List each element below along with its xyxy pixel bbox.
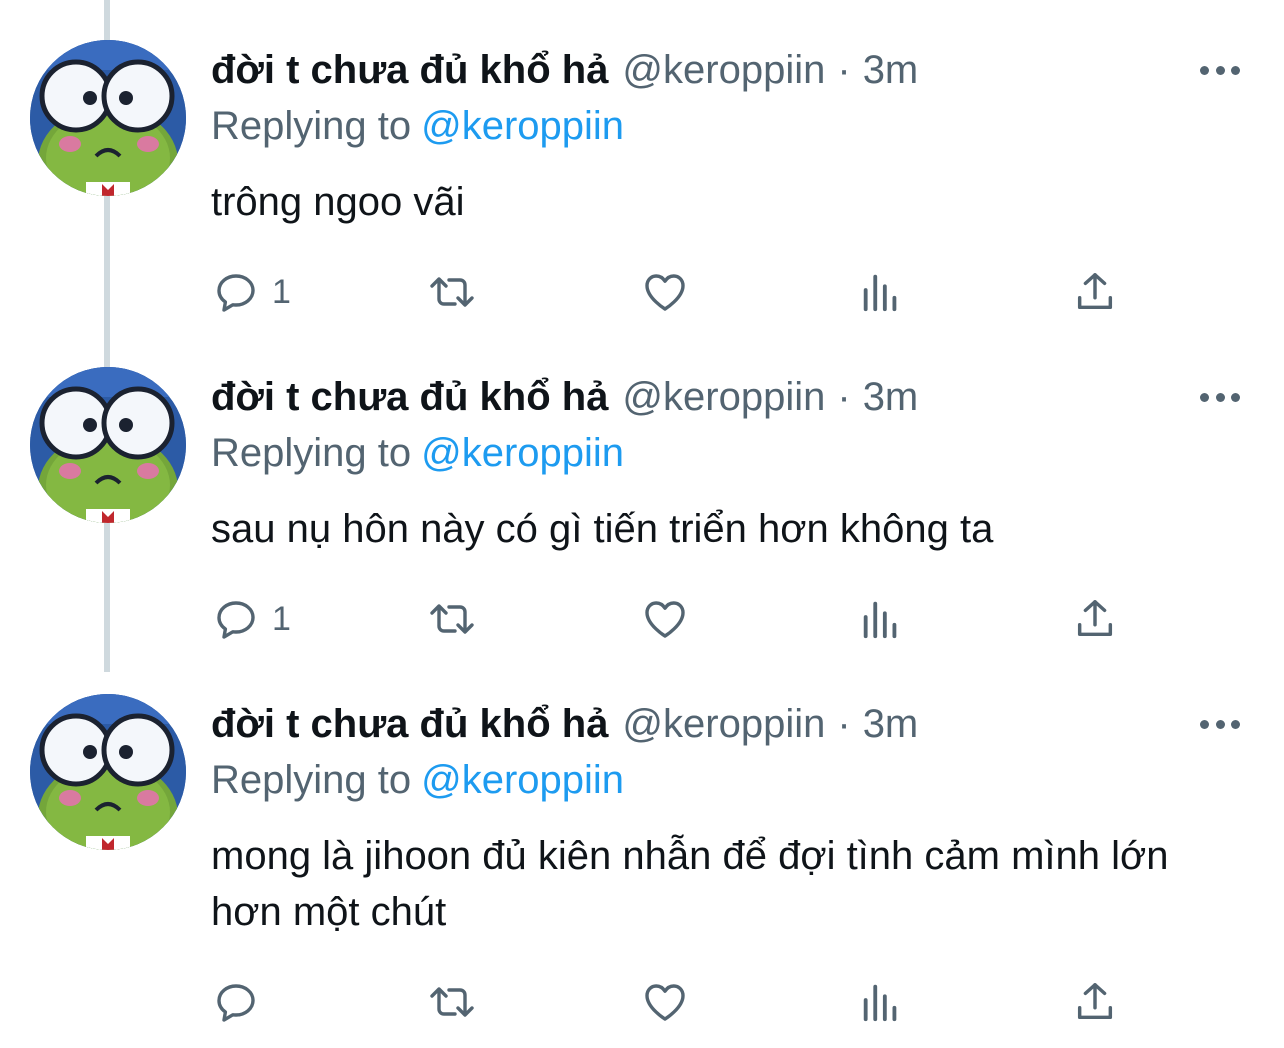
timestamp[interactable]: 3m	[863, 367, 919, 427]
avatar[interactable]	[30, 694, 186, 850]
heart-icon	[645, 601, 685, 638]
replying-to-mention[interactable]: @keroppiin	[421, 431, 624, 475]
retweet-button[interactable]	[426, 262, 478, 322]
user-handle[interactable]: @keroppiin	[622, 40, 825, 100]
display-name[interactable]: đời t chưa đủ khổ hả	[211, 367, 608, 427]
retweet-icon	[430, 277, 474, 307]
reply-count: 1	[272, 272, 291, 311]
heart-icon	[645, 984, 685, 1021]
avatar[interactable]	[30, 40, 186, 196]
share-button[interactable]	[1072, 972, 1118, 1032]
timestamp[interactable]: 3m	[863, 40, 919, 100]
replying-to-line: Replying to @keroppiin	[211, 98, 624, 154]
keroppi-avatar-image	[30, 40, 186, 196]
reply-icon	[217, 274, 255, 312]
tweet-text: mong là jihoon đủ kiên nhẫn để đợi tình …	[211, 834, 1169, 934]
tweet-actions: 1	[0, 262, 1284, 322]
more-icon[interactable]	[1196, 385, 1244, 409]
retweet-button[interactable]	[426, 972, 478, 1032]
share-button[interactable]	[1072, 589, 1118, 649]
reply-button[interactable]	[212, 972, 272, 1032]
replying-to-mention[interactable]: @keroppiin	[421, 758, 624, 802]
reply-count: 1	[272, 599, 291, 638]
tweet-header: đời t chưa đủ khổ hả @keroppiin · 3m	[211, 40, 918, 100]
keroppi-avatar-image	[30, 694, 186, 850]
views-button[interactable]	[858, 589, 904, 649]
reply-icon	[217, 984, 255, 1022]
like-button[interactable]	[640, 262, 690, 322]
tweet-text: trông ngoo vãi	[211, 180, 465, 224]
tweet-actions	[0, 972, 1284, 1032]
separator-dot: ·	[837, 48, 851, 92]
tweet-header: đời t chưa đủ khổ hả @keroppiin · 3m	[211, 694, 918, 754]
user-handle[interactable]: @keroppiin	[622, 694, 825, 754]
separator-dot: ·	[837, 702, 851, 746]
more-icon[interactable]	[1196, 712, 1244, 736]
analytics-icon	[863, 984, 897, 1022]
keroppi-avatar-image	[30, 367, 186, 523]
share-icon	[1077, 983, 1113, 1020]
share-icon	[1077, 600, 1113, 637]
replying-to-label: Replying to	[211, 431, 412, 475]
replying-to-label: Replying to	[211, 104, 412, 148]
tweet-actions: 1	[0, 589, 1284, 649]
share-icon	[1077, 273, 1113, 310]
like-button[interactable]	[640, 972, 690, 1032]
share-button[interactable]	[1072, 262, 1118, 322]
tweet-header: đời t chưa đủ khổ hả @keroppiin · 3m	[211, 367, 918, 427]
replying-to-mention[interactable]: @keroppiin	[421, 104, 624, 148]
retweet-button[interactable]	[426, 589, 478, 649]
heart-icon	[645, 274, 685, 311]
display-name[interactable]: đời t chưa đủ khổ hả	[211, 694, 608, 754]
timestamp[interactable]: 3m	[863, 694, 919, 754]
reply-button[interactable]: 1	[212, 589, 291, 649]
tweet-text: sau nụ hôn này có gì tiến triển hơn khôn…	[211, 507, 994, 551]
reply-icon	[217, 601, 255, 639]
views-button[interactable]	[858, 972, 904, 1032]
like-button[interactable]	[640, 589, 690, 649]
views-button[interactable]	[858, 262, 904, 322]
avatar[interactable]	[30, 367, 186, 523]
separator-dot: ·	[837, 375, 851, 419]
reply-button[interactable]: 1	[212, 262, 291, 322]
retweet-icon	[430, 604, 474, 634]
replying-to-line: Replying to @keroppiin	[211, 425, 624, 481]
replying-to-label: Replying to	[211, 758, 412, 802]
more-icon[interactable]	[1196, 58, 1244, 82]
analytics-icon	[863, 601, 897, 639]
analytics-icon	[863, 274, 897, 312]
display-name[interactable]: đời t chưa đủ khổ hả	[211, 40, 608, 100]
replying-to-line: Replying to @keroppiin	[211, 752, 624, 808]
user-handle[interactable]: @keroppiin	[622, 367, 825, 427]
retweet-icon	[430, 987, 474, 1017]
